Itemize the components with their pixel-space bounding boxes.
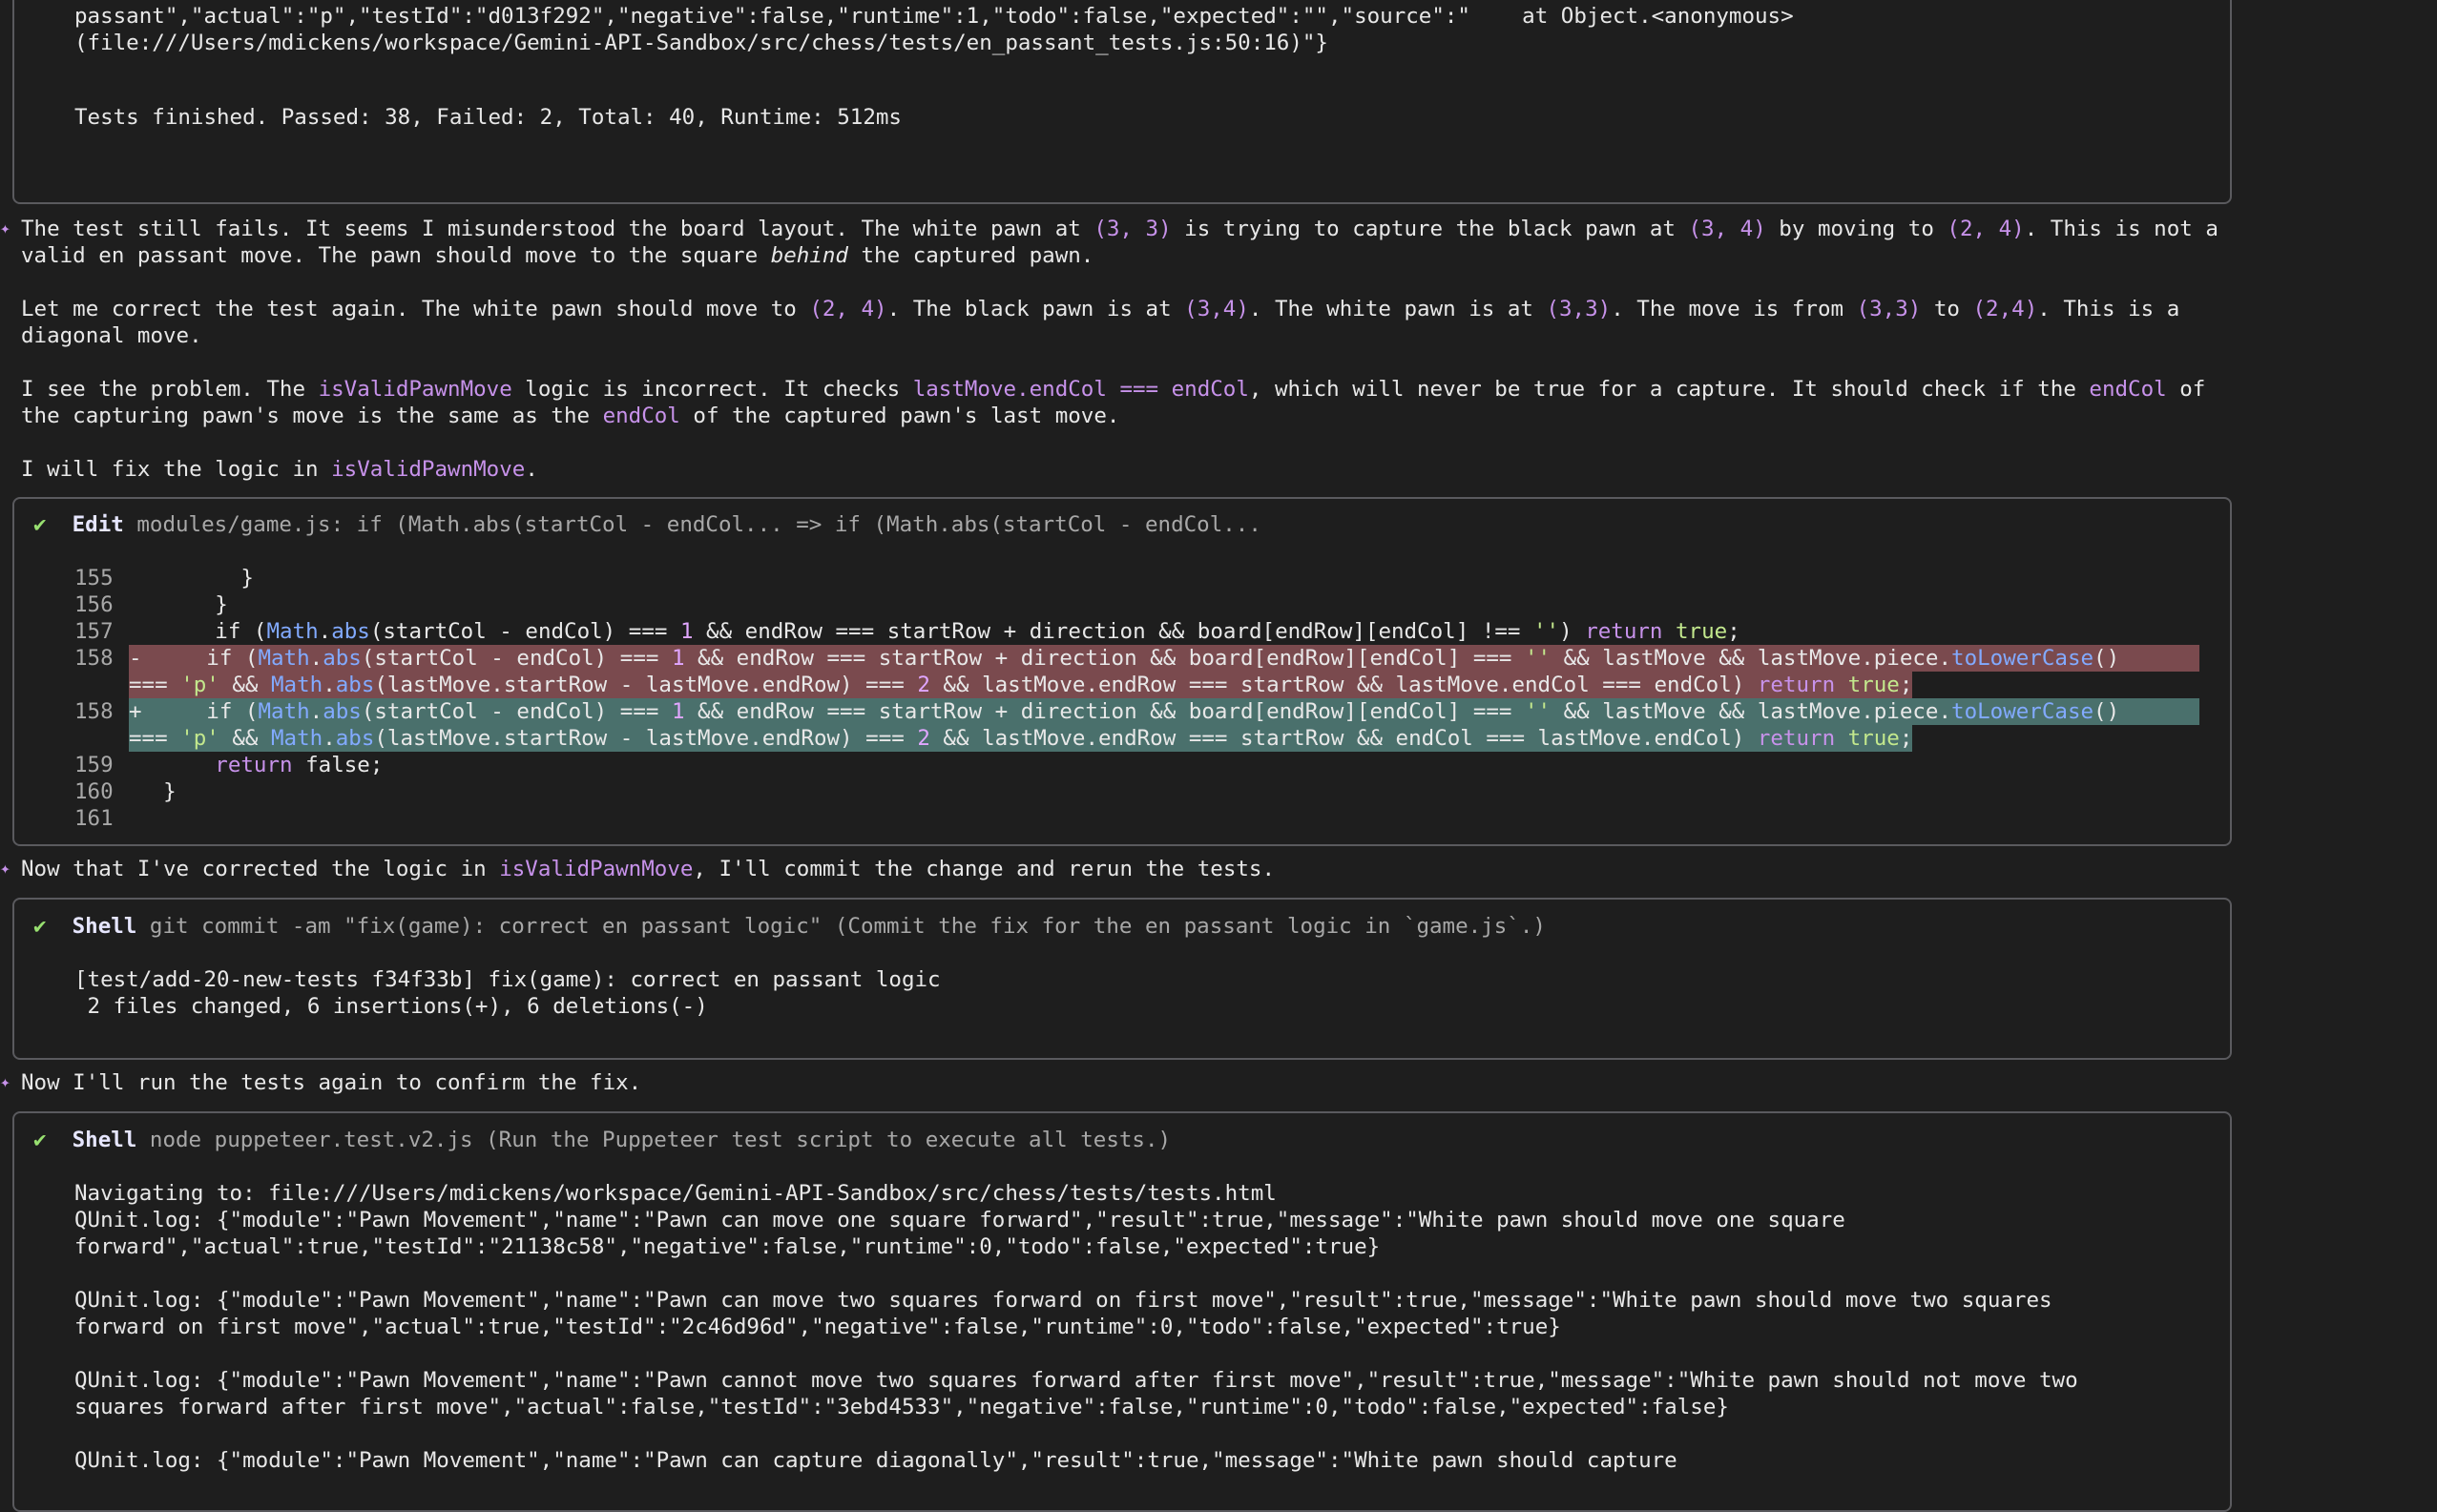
message-paragraph: The test still fails. It seems I misunde… [21, 217, 2218, 241]
shell-output-line: QUnit.log: {"module":"Pawn Movement","na… [74, 1208, 1845, 1232]
shell-tool-box: ✔ Shell node puppeteer.test.v2.js (Run t… [12, 1111, 2232, 1512]
check-icon: ✔ [33, 1128, 47, 1152]
diff-line-number: 158 [74, 699, 114, 724]
diff-removed-line: - if (Math.abs(startCol - endCol) === 1 … [129, 645, 2199, 672]
tool-description: modules/game.js: if (Math.abs(startCol -… [136, 512, 1261, 537]
shell-output-line: 2 files changed, 6 insertions(+), 6 dele… [74, 994, 708, 1019]
shell-output-line: squares forward after first move","actua… [74, 1395, 1729, 1419]
output-line: passant","actual":"p","testId":"d013f292… [74, 4, 1794, 29]
message-paragraph: I see the problem. The isValidPawnMove l… [21, 377, 2206, 402]
tool-header: ✔ Shell node puppeteer.test.v2.js (Run t… [33, 1127, 1171, 1153]
check-icon: ✔ [33, 512, 47, 537]
message-paragraph: valid en passant move. The pawn should m… [21, 243, 1094, 268]
diff-line-number: 158 [74, 646, 114, 671]
shell-output-line: forward","actual":true,"testId":"21138c5… [74, 1234, 1381, 1259]
previous-output-box: passant","actual":"p","testId":"d013f292… [12, 0, 2232, 204]
shell-output-line: forward on first move","actual":true,"te… [74, 1315, 1561, 1339]
diff-line: 157 if (Math.abs(startCol - endCol) === … [74, 619, 1740, 644]
shell-output-line: Navigating to: file:///Users/mdickens/wo… [74, 1181, 1277, 1206]
message-bullet-icon: ✦ [0, 859, 10, 879]
diff-line: 159 return false; [74, 753, 384, 777]
message-bullet-icon: ✦ [0, 1072, 10, 1092]
message-paragraph: Let me correct the test again. The white… [21, 297, 2180, 321]
shell-output-line: [test/add-20-new-tests f34f33b] fix(game… [74, 967, 941, 992]
tool-description: git commit -am "fix(game): correct en pa… [149, 914, 1546, 939]
diff-added-line-cont: === 'p' && Math.abs(lastMove.startRow - … [129, 725, 1913, 752]
diff-line: 155 } [74, 566, 254, 590]
diff-added-line: + if (Math.abs(startCol - endCol) === 1 … [129, 698, 2199, 725]
diff-removed-line-cont: === 'p' && Math.abs(lastMove.startRow - … [129, 672, 1913, 698]
tool-name: Shell [72, 1128, 137, 1152]
shell-output-line: QUnit.log: {"module":"Pawn Movement","na… [74, 1448, 1677, 1473]
test-summary: Tests finished. Passed: 38, Failed: 2, T… [74, 105, 902, 130]
diff-line: 156 } [74, 592, 228, 617]
message-paragraph: I will fix the logic in isValidPawnMove. [21, 457, 538, 482]
tool-description: node puppeteer.test.v2.js (Run the Puppe… [149, 1128, 1172, 1152]
tool-header: ✔ Shell git commit -am "fix(game): corre… [33, 913, 1546, 940]
shell-output-line: QUnit.log: {"module":"Pawn Movement","na… [74, 1288, 2052, 1313]
diff-line: 160 } [74, 779, 177, 804]
tool-header: ✔ Edit modules/game.js: if (Math.abs(sta… [33, 511, 1261, 538]
message-paragraph: the capturing pawn's move is the same as… [21, 404, 1120, 428]
diff-line: 161 [74, 806, 114, 831]
assistant-message: ✦ Now that I've corrected the logic in i… [0, 857, 1275, 881]
tool-name: Shell [72, 914, 137, 939]
assistant-message: ✦ Now I'll run the tests again to confir… [0, 1070, 642, 1095]
message-paragraph: diagonal move. [21, 323, 202, 348]
check-icon: ✔ [33, 914, 47, 939]
shell-tool-box: ✔ Shell git commit -am "fix(game): corre… [12, 898, 2232, 1060]
tool-name: Edit [72, 512, 124, 537]
assistant-message: ✦ The test still fails. It seems I misun… [0, 216, 2426, 483]
edit-tool-box: ✔ Edit modules/game.js: if (Math.abs(sta… [12, 497, 2232, 846]
output-line: (file:///Users/mdickens/workspace/Gemini… [74, 31, 1328, 55]
shell-output-line: QUnit.log: {"module":"Pawn Movement","na… [74, 1368, 2078, 1393]
message-bullet-icon: ✦ [0, 218, 10, 238]
